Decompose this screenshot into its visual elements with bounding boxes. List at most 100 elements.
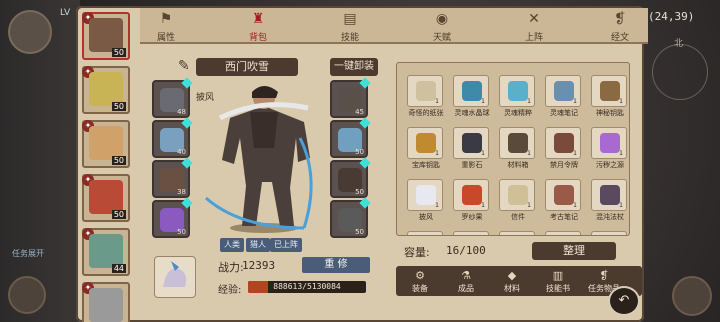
task-toggle[interactable]: 任务展开 xyxy=(12,248,44,259)
empty-slot[interactable] xyxy=(545,231,583,235)
back-arrow-icon[interactable]: ↶ xyxy=(608,286,640,316)
inventory-item[interactable]: 1 混沌法杖 xyxy=(591,179,629,221)
inventory-tab-label: 装备 xyxy=(412,284,428,293)
rename-quill-icon[interactable]: ✎ xyxy=(178,58,194,76)
potion-icon: ⚗ xyxy=(461,269,471,282)
inventory-item[interactable]: 1 信件 xyxy=(499,179,537,221)
inventory-item[interactable]: 1 披风 xyxy=(407,179,445,221)
inventory-item[interactable]: 1 神秘钥匙 xyxy=(591,75,629,117)
tab-1[interactable]: ♜ 背包 xyxy=(238,10,278,43)
equip-slot-head-right[interactable]: 45 xyxy=(330,77,371,118)
equip-slot-weapon-right[interactable]: 50 xyxy=(330,117,371,158)
exp-bar: 888613/5130084 xyxy=(248,281,366,293)
item-frame: 1 xyxy=(545,75,581,107)
item-frame xyxy=(545,231,581,235)
trait-badge: 人类 xyxy=(220,238,244,252)
equip-slot-body-left[interactable]: 38 xyxy=(152,157,193,198)
inventory-item[interactable]: 1 禁月令牌 xyxy=(545,127,583,169)
tab-label: 技能 xyxy=(340,33,359,43)
unequip-all-button[interactable]: 一键卸装 xyxy=(330,58,378,76)
capacity-value: 16/100 xyxy=(446,244,486,257)
item-count: 1 xyxy=(527,98,531,105)
inventory-tab-2[interactable]: ◆ 材料 xyxy=(492,270,532,296)
item-icon xyxy=(462,185,482,205)
hero-card[interactable]: ✦ 50 xyxy=(82,120,130,168)
equip-slot-armor-right[interactable]: 50 xyxy=(330,157,371,198)
sort-button[interactable]: 整理 xyxy=(532,242,616,260)
item-name: 灵魂水晶球 xyxy=(454,109,490,117)
player-avatar[interactable] xyxy=(8,10,52,54)
hero-face xyxy=(89,18,123,52)
item-frame: 1 xyxy=(453,179,489,211)
equip-slot-belt-left[interactable]: 50 xyxy=(152,197,193,238)
item-name: 信件 xyxy=(511,213,525,221)
inventory-item[interactable]: 1 重影石 xyxy=(453,127,491,169)
item-count: 1 xyxy=(527,202,531,209)
item-icon xyxy=(554,81,574,101)
equip-slot-accessory-right[interactable]: 50 xyxy=(330,197,371,238)
inventory-grid: 1 奇怪的纸张 1 灵魂水晶球 1 灵魂精粹 1 灵魂笔记 1 神秘钥匙 1 宝库钥匙 1 重影石 1 材料箱… xyxy=(396,62,630,236)
tab-0[interactable]: ⚑ 属性 xyxy=(146,10,186,43)
inventory-item[interactable]: 1 灵魂笔记 xyxy=(545,75,583,117)
inventory-tab-3[interactable]: ▥ 技能书 xyxy=(538,270,578,296)
compass-icon xyxy=(652,44,708,100)
hero-card[interactable]: ✦ 50 xyxy=(82,174,130,222)
capacity-label: 容量: xyxy=(404,246,430,259)
inventory-item[interactable]: 1 考古笔记 xyxy=(545,179,583,221)
empty-slot[interactable] xyxy=(591,231,629,235)
inventory-item[interactable]: 1 灵魂水晶球 xyxy=(453,75,491,117)
empty-slot[interactable] xyxy=(453,231,491,235)
tab-bar xyxy=(140,8,648,44)
reform-button[interactable]: 重 修 xyxy=(302,257,370,273)
player-level-prefix: LV xyxy=(60,8,71,18)
ore-icon: ◆ xyxy=(507,269,517,282)
hero-level: 44 xyxy=(111,264,126,273)
pet-slot[interactable] xyxy=(154,256,196,298)
hero-level: 50 xyxy=(111,102,126,111)
hero-level: 50 xyxy=(111,48,126,57)
item-count: 1 xyxy=(573,98,577,105)
inventory-tab-1[interactable]: ⚗ 成品 xyxy=(446,270,486,296)
inventory-tab-0[interactable]: ⚙ 装备 xyxy=(400,270,440,296)
item-count: 1 xyxy=(527,150,531,157)
inventory-item[interactable]: 1 灵魂精粹 xyxy=(499,75,537,117)
hero-card[interactable]: ✦ 50 xyxy=(82,66,130,114)
inventory-item[interactable]: 1 材料箱 xyxy=(499,127,537,169)
character-portrait xyxy=(205,86,313,233)
equip-slot-shoulder-left[interactable]: 40 xyxy=(152,117,193,158)
item-name: 考古笔记 xyxy=(550,213,578,221)
inventory-item[interactable]: 1 宝库钥匙 xyxy=(407,127,445,169)
item-frame: 1 xyxy=(453,127,489,159)
hero-card[interactable]: ✦ 50 xyxy=(82,12,130,60)
character-name: 西门吹雪 xyxy=(196,58,298,76)
tab-4[interactable]: ✕ 上阵 xyxy=(514,10,554,43)
eye-icon: ◉ xyxy=(435,11,449,27)
item-name: 污秽之源 xyxy=(596,161,624,169)
item-icon xyxy=(508,81,528,101)
equip-slot-head-left[interactable]: 48 xyxy=(152,77,193,118)
tab-2[interactable]: ▤ 技能 xyxy=(330,10,370,43)
item-frame: 1 xyxy=(407,179,443,211)
item-count: 1 xyxy=(435,150,439,157)
inventory-item[interactable]: 1 罗纱果 xyxy=(453,179,491,221)
item-name: 灵魂精粹 xyxy=(504,109,532,117)
inventory-item[interactable]: 1 污秽之源 xyxy=(591,127,629,169)
equip-level: 50 xyxy=(355,148,364,156)
item-frame: 1 xyxy=(591,127,627,159)
hero-card[interactable]: ✦ 44 xyxy=(82,228,130,276)
empty-slot[interactable] xyxy=(407,231,445,235)
hero-face xyxy=(89,126,123,160)
inventory-item[interactable]: 1 奇怪的纸张 xyxy=(407,75,445,117)
tab-5[interactable]: ❡ 经文 xyxy=(600,10,640,43)
item-name: 宝库钥匙 xyxy=(412,161,440,169)
item-icon xyxy=(600,81,620,101)
tab-3[interactable]: ◉ 天赋 xyxy=(422,10,462,43)
map-avatar-icon[interactable] xyxy=(672,276,712,316)
chat-avatar-icon[interactable] xyxy=(8,276,46,314)
empty-slot[interactable] xyxy=(499,231,537,235)
hero-card[interactable]: ✦ xyxy=(82,282,130,322)
item-frame: 1 xyxy=(407,127,443,159)
hero-face xyxy=(89,234,123,268)
tab-label: 背包 xyxy=(248,33,267,43)
backpack-icon: ♜ xyxy=(251,11,265,27)
